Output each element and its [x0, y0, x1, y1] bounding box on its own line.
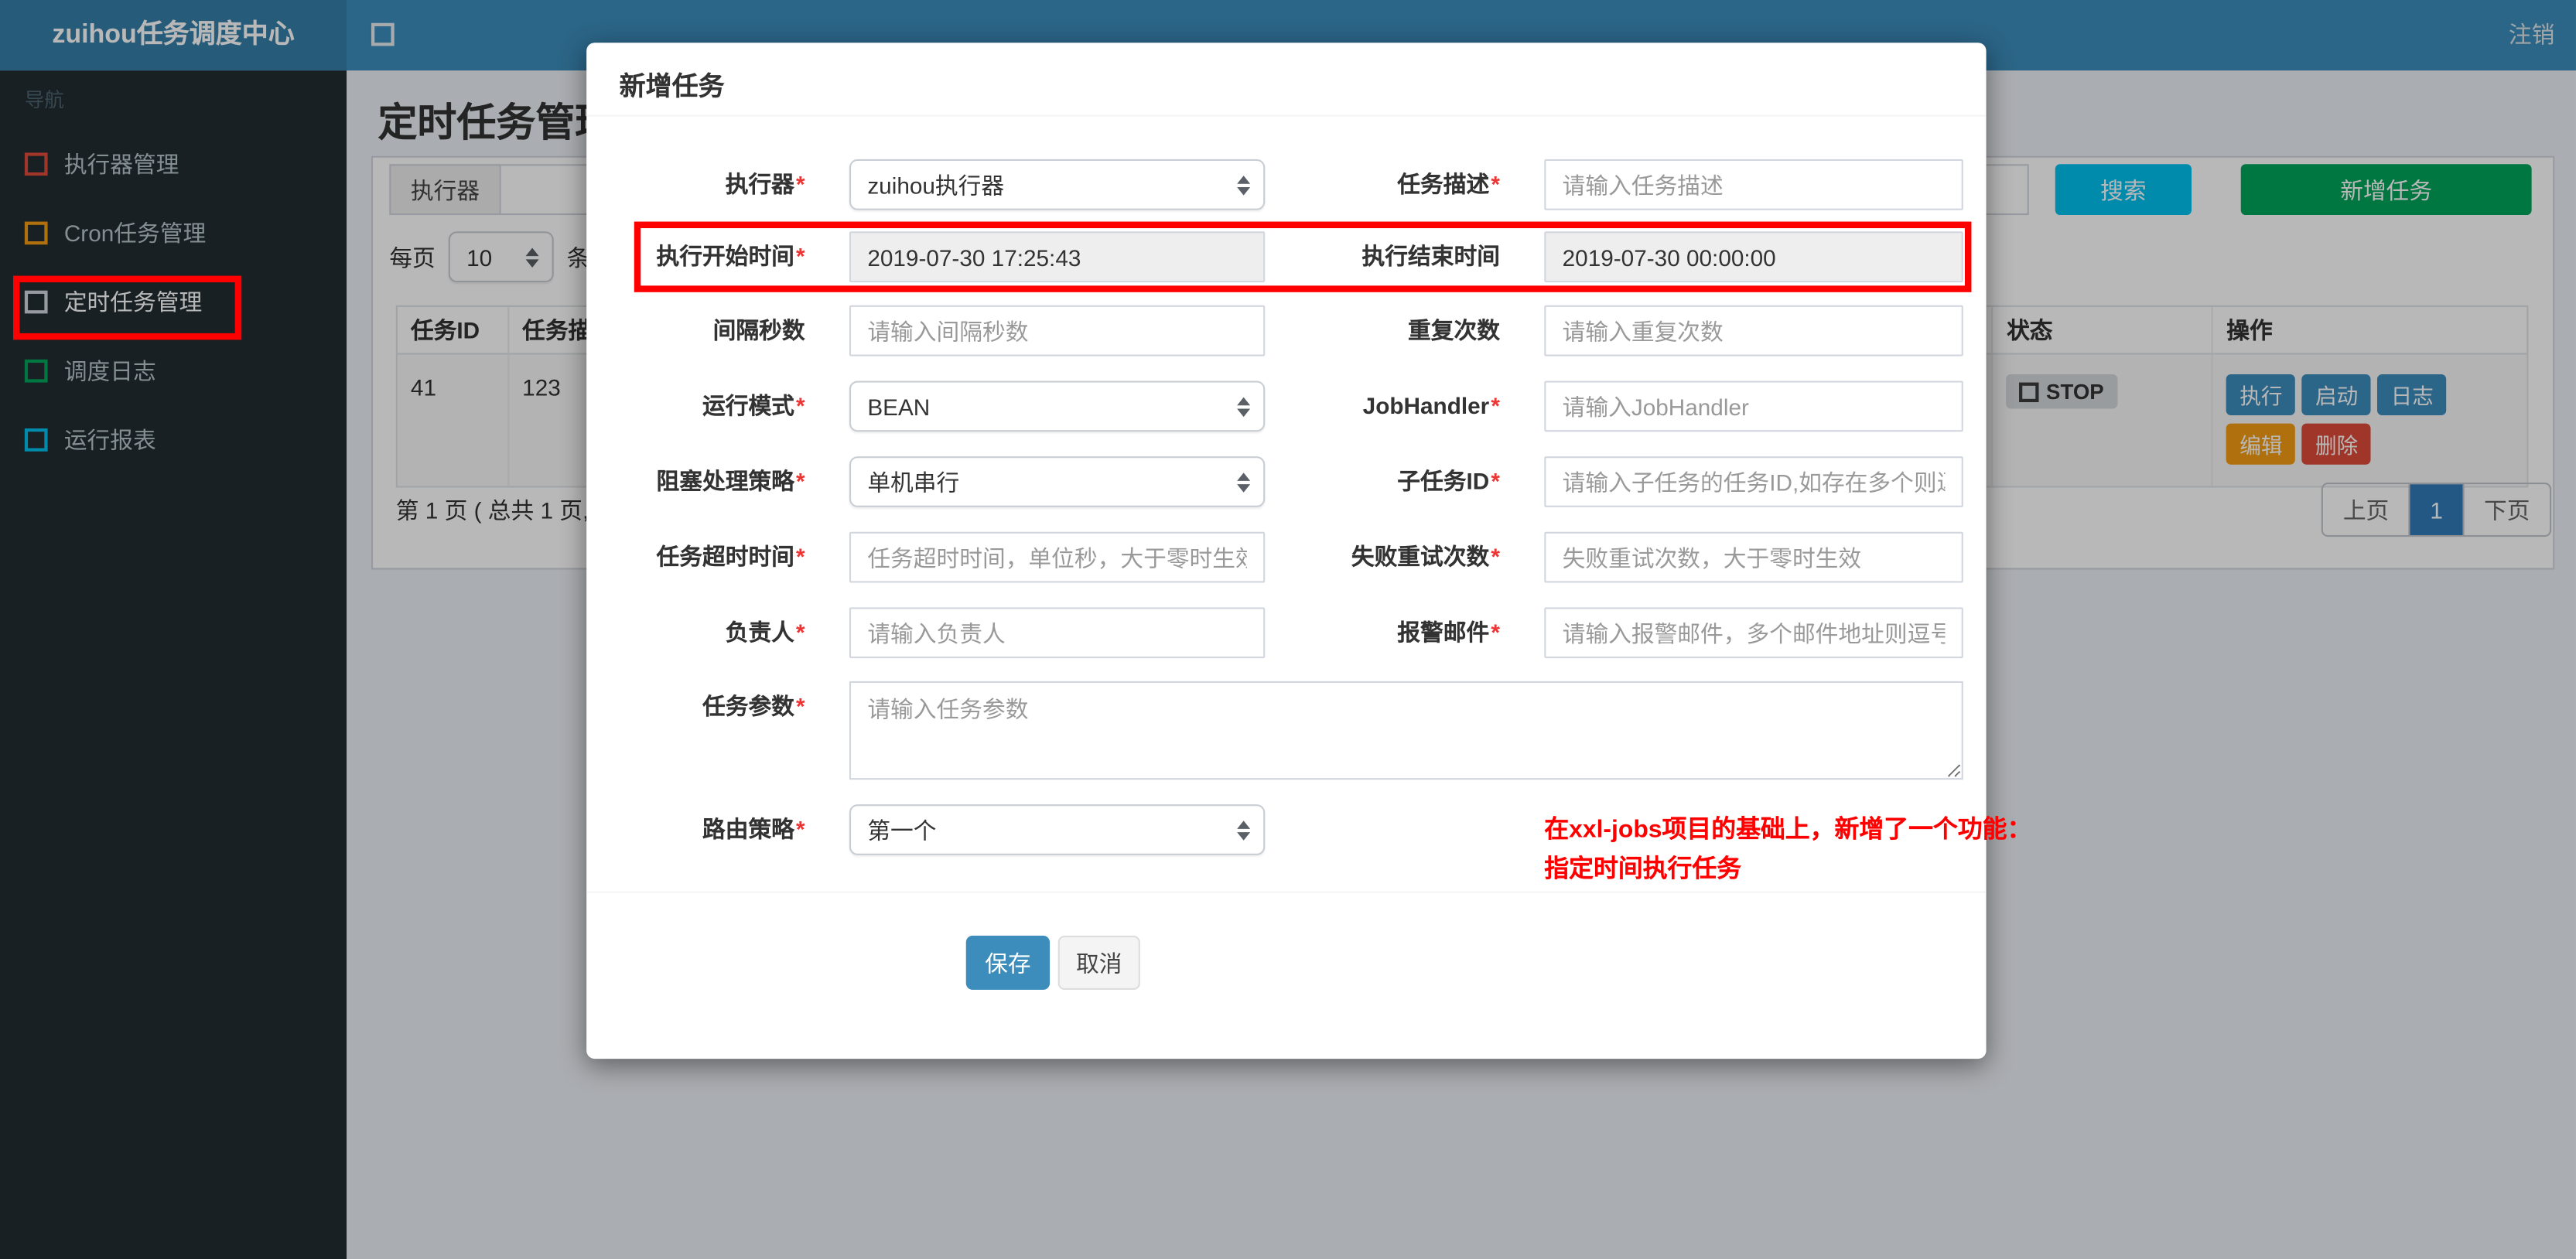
- child-job-id-input[interactable]: [1544, 456, 1963, 507]
- executor-select[interactable]: zuihou执行器: [849, 159, 1266, 210]
- alarm-email-input[interactable]: [1544, 607, 1963, 659]
- job-param-label: 任务参数: [620, 681, 805, 732]
- modal-title: 新增任务: [619, 73, 725, 102]
- job-handler-label: JobHandler: [1265, 380, 1500, 432]
- save-button[interactable]: 保存: [965, 935, 1051, 990]
- form-divider: [586, 891, 1987, 893]
- select-arrows-icon: [1237, 472, 1251, 492]
- route-strategy-select[interactable]: 第一个: [849, 804, 1266, 855]
- repeat-count-label: 重复次数: [1408, 316, 1500, 343]
- screenshot-stage: zuihou任务调度中心 注销 导航 执行器管理 Cron任务管理 定时任务管理…: [0, 0, 2576, 1259]
- job-desc-input[interactable]: [1544, 159, 1963, 210]
- job-handler-input[interactable]: [1544, 380, 1963, 432]
- route-strategy-label: 路由策略: [620, 804, 805, 855]
- author-label: 负责人: [620, 607, 805, 658]
- executor-label: 执行器: [620, 159, 805, 210]
- fail-retry-label: 失败重试次数: [1265, 532, 1500, 583]
- repeat-count-input[interactable]: [1544, 305, 1963, 357]
- job-param-textarea[interactable]: [849, 681, 1963, 780]
- add-task-modal: 新增任务 执行器 zuihou执行器 任务描述 执行开始时间 执行结束时间: [586, 43, 2031, 1059]
- start-time-label: 执行开始时间: [620, 231, 805, 282]
- red-annotation-note: 在xxl-jobs项目的基础上，新增了一个功能： 指定时间执行任务: [1544, 811, 2031, 890]
- select-arrows-icon: [1237, 820, 1251, 840]
- note-line-2: 指定时间执行任务: [1544, 855, 1742, 883]
- block-strategy-select[interactable]: 单机串行: [849, 456, 1266, 507]
- author-input[interactable]: [849, 607, 1266, 659]
- glue-type-label: 运行模式: [620, 380, 805, 432]
- note-line-1: 在xxl-jobs项目的基础上，新增了一个功能：: [1544, 815, 2032, 844]
- interval-label: 间隔秒数: [712, 316, 805, 343]
- fail-retry-input[interactable]: [1544, 531, 1963, 583]
- block-strategy-label: 阻塞处理策略: [620, 456, 805, 507]
- end-time-input[interactable]: [1544, 231, 1963, 283]
- timeout-label: 任务超时时间: [620, 532, 805, 583]
- glue-type-select[interactable]: BEAN: [849, 380, 1266, 432]
- job-desc-label: 任务描述: [1265, 159, 1500, 210]
- select-arrows-icon: [1237, 396, 1251, 417]
- cancel-button[interactable]: 取消: [1057, 935, 1140, 990]
- start-time-input[interactable]: [849, 231, 1266, 283]
- interval-input[interactable]: [849, 305, 1266, 357]
- alarm-email-label: 报警邮件: [1265, 607, 1500, 658]
- end-time-label: 执行结束时间: [1361, 243, 1500, 270]
- child-job-id-label: 子任务ID: [1265, 456, 1500, 507]
- app-screen: zuihou任务调度中心 注销 导航 执行器管理 Cron任务管理 定时任务管理…: [0, 0, 2576, 1259]
- modal-header: 新增任务: [586, 43, 1987, 117]
- timeout-input[interactable]: [849, 531, 1266, 583]
- select-arrows-icon: [1237, 175, 1251, 195]
